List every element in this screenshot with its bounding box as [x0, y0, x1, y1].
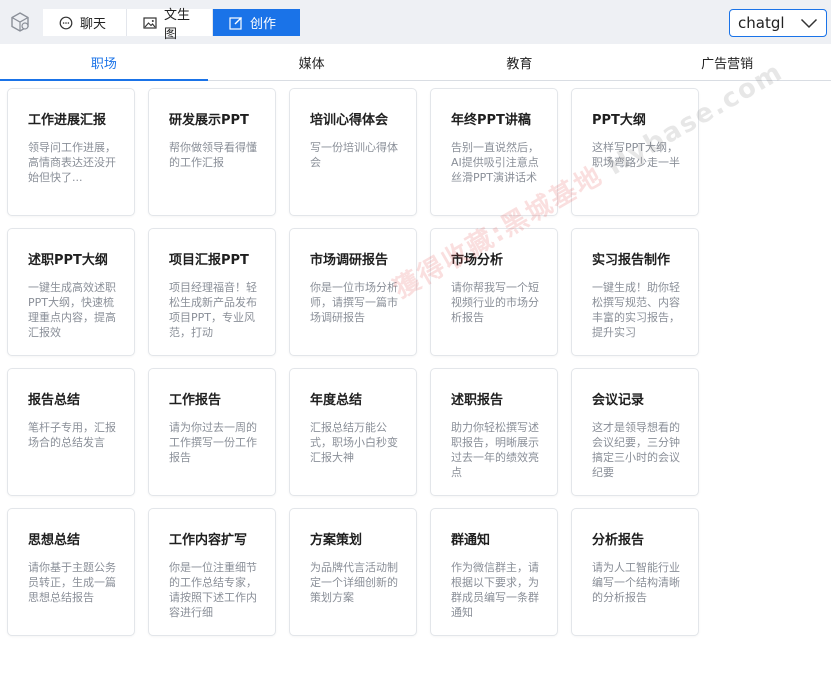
app-logo-icon — [9, 11, 31, 33]
tab-media[interactable]: 媒体 — [208, 44, 416, 80]
card-title: 年度总结 — [310, 393, 363, 408]
mode-create-button[interactable]: 创作 — [213, 9, 300, 36]
card-title: 实习报告制作 — [592, 253, 671, 268]
mode-chat-button[interactable]: 聊天 — [43, 9, 127, 36]
template-card[interactable]: PPT大纲这样写PPT大纲，职场弯路少走一半 — [571, 88, 699, 216]
edit-icon — [229, 16, 242, 30]
tab-label: 媒体 — [298, 56, 325, 72]
template-card[interactable]: 方案策划为品牌代言活动制定一个详细创新的策划方案 — [289, 508, 417, 636]
card-title: 会议记录 — [592, 393, 645, 408]
template-card[interactable]: 研发展示PPT 帮你做领导看得懂的工作汇报 — [148, 88, 276, 216]
template-card[interactable]: 实习报告制作一键生成！助你轻松撰写规范、内容丰富的实习报告，提升实习 — [571, 228, 699, 356]
card-title: 述职报告 — [451, 393, 504, 408]
template-card[interactable]: 市场调研报告你是一位市场分析师，请撰写一篇市场调研报告 — [289, 228, 417, 356]
template-card[interactable]: 年度总结汇报总结万能公式，职场小白秒变汇报大神 — [289, 368, 417, 496]
card-title: 项目汇报PPT — [169, 253, 249, 268]
template-card[interactable]: 培训心得体会写一份培训心得体会 — [289, 88, 417, 216]
template-card[interactable]: 会议记录这才是领导想看的会议纪要，三分钟搞定三小时的会议纪要 — [571, 368, 699, 496]
template-card[interactable]: 工作进展汇报领导问工作进展，高情商表达还没开始但快了... — [7, 88, 135, 216]
template-card[interactable]: 年终PPT讲稿告别一直说然后，AI提供吸引注意点丝滑PPT演讲话术 — [430, 88, 558, 216]
card-title: PPT大纲 — [592, 113, 646, 128]
card-description: 为品牌代言活动制定一个详细创新的策划方案 — [310, 561, 398, 604]
tab-label: 广告营销 — [701, 56, 754, 72]
card-title: 述职PPT大纲 — [28, 253, 108, 268]
template-card[interactable]: 述职报告助力你轻松撰写述职报告，明晰展示过去一年的绩效亮点 — [430, 368, 558, 496]
card-description: 请为你过去一周的工作撰写一份工作报告 — [169, 421, 257, 464]
card-title: 群通知 — [451, 533, 491, 548]
model-select-value: chatgl — [738, 14, 785, 32]
card-title: 方案策划 — [310, 533, 363, 548]
category-tabs: 职场 媒体 教育 广告营销 — [0, 44, 831, 81]
template-grid: 工作进展汇报领导问工作进展，高情商表达还没开始但快了... 研发展示PPT 帮你做… — [7, 88, 699, 636]
mode-switcher: 聊天 文生图 创作 — [43, 8, 300, 42]
card-description: 汇报总结万能公式，职场小白秒变汇报大神 — [310, 421, 398, 464]
template-card[interactable]: 述职PPT大纲一键生成高效述职PPT大纲，快速梳理重点内容，提高汇报效 — [7, 228, 135, 356]
card-description: 请你帮我写一个短视频行业的市场分析报告 — [451, 281, 539, 324]
card-description: 领导问工作进展，高情商表达还没开始但快了... — [28, 141, 116, 184]
card-description: 你是一位注重细节的工作总结专家，请按照下述工作内容进行细 — [169, 561, 257, 619]
chat-icon — [59, 16, 73, 29]
card-title: 培训心得体会 — [310, 113, 389, 128]
chevron-down-icon — [800, 18, 818, 29]
card-description: 请为人工智能行业编写一个结构清晰的分析报告 — [592, 561, 680, 604]
template-card[interactable]: 群通知作为微信群主，请根据以下要求，为群成员编写一条群通知 — [430, 508, 558, 636]
card-description: 告别一直说然后，AI提供吸引注意点丝滑PPT演讲话术 — [451, 141, 539, 184]
template-card[interactable]: 工作报告请为你过去一周的工作撰写一份工作报告 — [148, 368, 276, 496]
tab-label: 教育 — [506, 56, 533, 72]
card-title: 市场调研报告 — [310, 253, 389, 268]
template-card[interactable]: 分析报告请为人工智能行业编写一个结构清晰的分析报告 — [571, 508, 699, 636]
template-card[interactable]: 报告总结笔杆子专用，汇报场合的总结发言 — [7, 368, 135, 496]
card-description: 一键生成！助你轻松撰写规范、内容丰富的实习报告，提升实习 — [592, 281, 680, 339]
card-title: 分析报告 — [592, 533, 645, 548]
card-description: 项目经理福音！轻松生成新产品发布项目PPT，专业风范，打动 — [169, 281, 257, 339]
card-title: 年终PPT讲稿 — [451, 113, 531, 128]
tab-label: 职场 — [90, 56, 117, 72]
card-description: 写一份培训心得体会 — [310, 141, 398, 169]
mode-text-to-image-label: 文生图 — [164, 7, 191, 42]
card-description: 这样写PPT大纲，职场弯路少走一半 — [592, 141, 680, 169]
top-bar: 聊天 文生图 创作 chatgl — [0, 0, 831, 44]
card-description: 一键生成高效述职PPT大纲，快速梳理重点内容，提高汇报效 — [28, 281, 116, 339]
card-title: 思想总结 — [28, 533, 81, 548]
card-description: 笔杆子专用，汇报场合的总结发言 — [28, 421, 116, 449]
card-description: 作为微信群主，请根据以下要求，为群成员编写一条群通知 — [451, 561, 539, 619]
tab-education[interactable]: 教育 — [416, 44, 624, 80]
template-card[interactable]: 市场分析请你帮我写一个短视频行业的市场分析报告 — [430, 228, 558, 356]
mode-chat-label: 聊天 — [80, 17, 107, 32]
card-description: 这才是领导想看的会议纪要，三分钟搞定三小时的会议纪要 — [592, 421, 680, 479]
tab-advertising[interactable]: 广告营销 — [623, 44, 831, 80]
mode-text-to-image-button[interactable]: 文生图 — [127, 8, 213, 42]
card-title: 工作报告 — [169, 393, 222, 408]
card-title: 工作内容扩写 — [169, 533, 248, 548]
card-description: 帮你做领导看得懂的工作汇报 — [169, 141, 257, 169]
card-description: 请你基于主题公务员转正，生成一篇思想总结报告 — [28, 561, 116, 604]
template-card[interactable]: 思想总结请你基于主题公务员转正，生成一篇思想总结报告 — [7, 508, 135, 636]
card-title: 研发展示PPT — [169, 113, 249, 128]
card-title: 市场分析 — [451, 253, 504, 268]
model-select[interactable]: chatgl — [729, 9, 827, 37]
template-card[interactable]: 项目汇报PPT 项目经理福音！轻松生成新产品发布项目PPT，专业风范，打动 — [148, 228, 276, 356]
image-icon — [143, 16, 157, 29]
template-card[interactable]: 工作内容扩写你是一位注重细节的工作总结专家，请按照下述工作内容进行细 — [148, 508, 276, 636]
mode-create-label: 创作 — [250, 17, 277, 32]
card-description: 你是一位市场分析师，请撰写一篇市场调研报告 — [310, 281, 398, 324]
card-description: 助力你轻松撰写述职报告，明晰展示过去一年的绩效亮点 — [451, 421, 539, 479]
card-title: 工作进展汇报 — [28, 113, 107, 128]
card-title: 报告总结 — [28, 393, 81, 408]
tab-workplace[interactable]: 职场 — [0, 44, 208, 81]
